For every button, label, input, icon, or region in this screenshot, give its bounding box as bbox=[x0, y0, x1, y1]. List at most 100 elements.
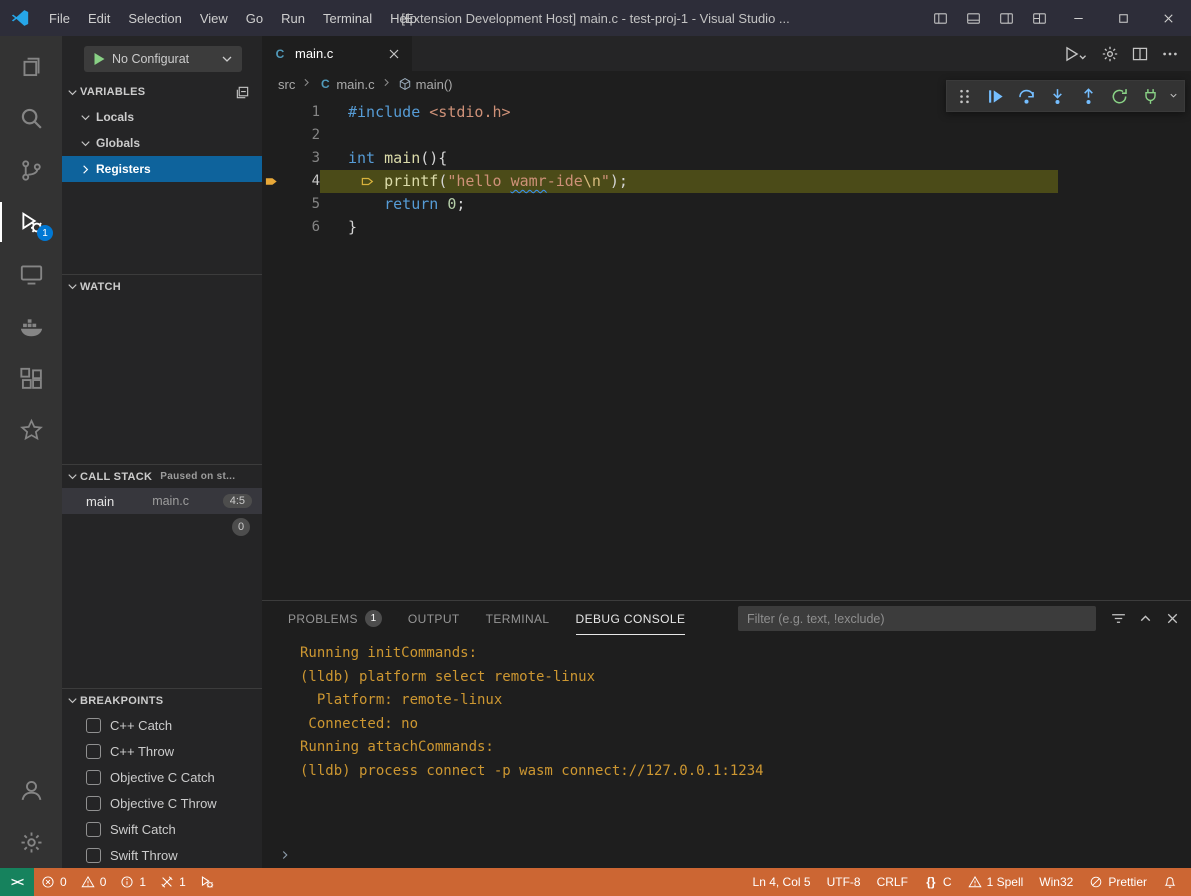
activity-search[interactable] bbox=[0, 92, 62, 144]
breakpoint-checkbox[interactable] bbox=[86, 796, 101, 811]
status-prettier[interactable]: Prettier bbox=[1081, 868, 1155, 896]
disconnect-button[interactable] bbox=[1137, 83, 1163, 109]
continue-button[interactable] bbox=[982, 83, 1008, 109]
step-out-button[interactable] bbox=[1075, 83, 1101, 109]
toggle-sidebar-button[interactable] bbox=[924, 0, 957, 36]
code-text[interactable]: int main(){ bbox=[320, 147, 1191, 170]
status-eol[interactable]: CRLF bbox=[869, 868, 916, 896]
close-tab-icon[interactable] bbox=[386, 46, 402, 62]
breakpoint-item[interactable]: C++ Throw bbox=[62, 738, 262, 764]
panel-tab-problems[interactable]: PROBLEMS1 bbox=[288, 601, 382, 636]
activity-extensions[interactable] bbox=[0, 352, 62, 404]
ellipsis-icon[interactable] bbox=[1161, 45, 1179, 63]
panel-tab-debug-console[interactable]: DEBUG CONSOLE bbox=[576, 601, 686, 636]
breakpoint-checkbox[interactable] bbox=[86, 770, 101, 785]
console-filter-input[interactable] bbox=[738, 606, 1096, 631]
code-text[interactable] bbox=[320, 124, 1191, 147]
activity-favorites[interactable] bbox=[0, 404, 62, 456]
close-panel-icon[interactable] bbox=[1164, 610, 1181, 627]
collapse-all-icon[interactable] bbox=[235, 85, 250, 100]
minimize-button[interactable] bbox=[1056, 0, 1101, 36]
variables-item-registers[interactable]: Registers bbox=[62, 156, 262, 182]
status-remote[interactable]: >< bbox=[0, 868, 34, 896]
code-editor[interactable]: 1#include <stdio.h>23int main(){4 printf… bbox=[262, 97, 1191, 239]
activity-run-and-debug[interactable]: 1 bbox=[0, 196, 62, 248]
variables-item-globals[interactable]: Globals bbox=[62, 130, 262, 156]
toggle-secondary-sidebar-button[interactable] bbox=[990, 0, 1023, 36]
gear-icon[interactable] bbox=[1101, 45, 1119, 63]
menu-view[interactable]: View bbox=[191, 0, 237, 36]
breakpoint-checkbox[interactable] bbox=[86, 848, 101, 863]
activity-source-control[interactable] bbox=[0, 144, 62, 196]
breadcrumb-item-main[interactable]: main() bbox=[398, 77, 453, 92]
breakpoint-checkbox[interactable] bbox=[86, 822, 101, 837]
menu-go[interactable]: Go bbox=[237, 0, 272, 36]
status-spell[interactable]: 1 Spell bbox=[960, 868, 1032, 896]
breakpoint-item[interactable]: Swift Catch bbox=[62, 816, 262, 842]
status-cursor-position[interactable]: Ln 4, Col 5 bbox=[745, 868, 819, 896]
customize-layout-button[interactable] bbox=[1023, 0, 1056, 36]
breakpoint-checkbox[interactable] bbox=[86, 718, 101, 733]
gutter-glyph-margin[interactable] bbox=[262, 170, 290, 193]
breakpoints-header[interactable]: BREAKPOINTS bbox=[62, 688, 262, 712]
variables-header[interactable]: VARIABLES bbox=[62, 80, 262, 104]
toggle-panel-button[interactable] bbox=[957, 0, 990, 36]
breakpoint-item[interactable]: Swift Throw bbox=[62, 842, 262, 868]
disconnect-dropdown-chevron[interactable] bbox=[1168, 89, 1180, 104]
breakpoint-checkbox[interactable] bbox=[86, 744, 101, 759]
stack-frame-row[interactable]: main main.c 4:5 bbox=[62, 488, 262, 514]
status-language-mode[interactable]: {}C bbox=[916, 868, 960, 896]
restart-button[interactable] bbox=[1106, 83, 1132, 109]
status-errors[interactable]: 0 bbox=[34, 868, 74, 896]
breadcrumb-item-src[interactable]: src bbox=[278, 77, 295, 92]
breakpoint-item[interactable]: C++ Catch bbox=[62, 712, 262, 738]
maximize-panel-icon[interactable] bbox=[1137, 610, 1154, 627]
console-prompt[interactable] bbox=[278, 848, 292, 862]
status-toolchain[interactable]: 1 bbox=[153, 868, 193, 896]
code-line[interactable]: 4 printf("hello wamr-ide\n"); bbox=[262, 170, 1191, 193]
status-encoding[interactable]: UTF-8 bbox=[819, 868, 869, 896]
gutter-glyph-margin[interactable] bbox=[262, 216, 290, 239]
step-into-button[interactable] bbox=[1044, 83, 1070, 109]
close-button[interactable] bbox=[1146, 0, 1191, 36]
status-infos[interactable]: 1 bbox=[113, 868, 153, 896]
activity-docker[interactable] bbox=[0, 300, 62, 352]
activity-explorer[interactable] bbox=[0, 40, 62, 92]
watch-header[interactable]: WATCH bbox=[62, 274, 262, 298]
play-dropdown-icon[interactable] bbox=[1063, 45, 1089, 63]
code-text[interactable]: } bbox=[320, 216, 1191, 239]
gutter-glyph-margin[interactable] bbox=[262, 101, 290, 124]
code-line[interactable]: 5 return 0; bbox=[262, 193, 1191, 216]
drag-handle-button[interactable] bbox=[951, 83, 977, 109]
panel-tab-output[interactable]: OUTPUT bbox=[408, 601, 460, 636]
code-line[interactable]: 2 bbox=[262, 124, 1191, 147]
code-line[interactable]: 3int main(){ bbox=[262, 147, 1191, 170]
status-debug-status[interactable] bbox=[193, 868, 221, 896]
panel-tab-terminal[interactable]: TERMINAL bbox=[486, 601, 550, 636]
breakpoint-item[interactable]: Objective C Catch bbox=[62, 764, 262, 790]
launch-config-dropdown[interactable]: No Configurat bbox=[84, 46, 242, 72]
activity-accounts[interactable] bbox=[0, 764, 62, 816]
menu-file[interactable]: File bbox=[40, 0, 79, 36]
start-debug-icon[interactable] bbox=[91, 51, 107, 67]
menu-terminal[interactable]: Terminal bbox=[314, 0, 381, 36]
status-warnings[interactable]: 0 bbox=[74, 868, 114, 896]
gutter-glyph-margin[interactable] bbox=[262, 193, 290, 216]
step-over-button[interactable] bbox=[1013, 83, 1039, 109]
menu-edit[interactable]: Edit bbox=[79, 0, 119, 36]
code-line[interactable]: 6} bbox=[262, 216, 1191, 239]
activity-settings[interactable] bbox=[0, 816, 62, 868]
menu-run[interactable]: Run bbox=[272, 0, 314, 36]
breakpoint-item[interactable]: Objective C Throw bbox=[62, 790, 262, 816]
gutter-glyph-margin[interactable] bbox=[262, 124, 290, 147]
tab-main-c[interactable]: C main.c bbox=[262, 36, 412, 71]
code-text[interactable]: return 0; bbox=[320, 193, 1191, 216]
breadcrumb-item-mainc[interactable]: Cmain.c bbox=[318, 77, 374, 92]
gutter-glyph-margin[interactable] bbox=[262, 147, 290, 170]
menu-selection[interactable]: Selection bbox=[119, 0, 190, 36]
maximize-button[interactable] bbox=[1101, 0, 1146, 36]
code-text[interactable]: printf("hello wamr-ide\n"); bbox=[320, 170, 1191, 193]
activity-remote-explorer[interactable] bbox=[0, 248, 62, 300]
status-platform[interactable]: Win32 bbox=[1031, 868, 1081, 896]
split-editor-icon[interactable] bbox=[1131, 45, 1149, 63]
